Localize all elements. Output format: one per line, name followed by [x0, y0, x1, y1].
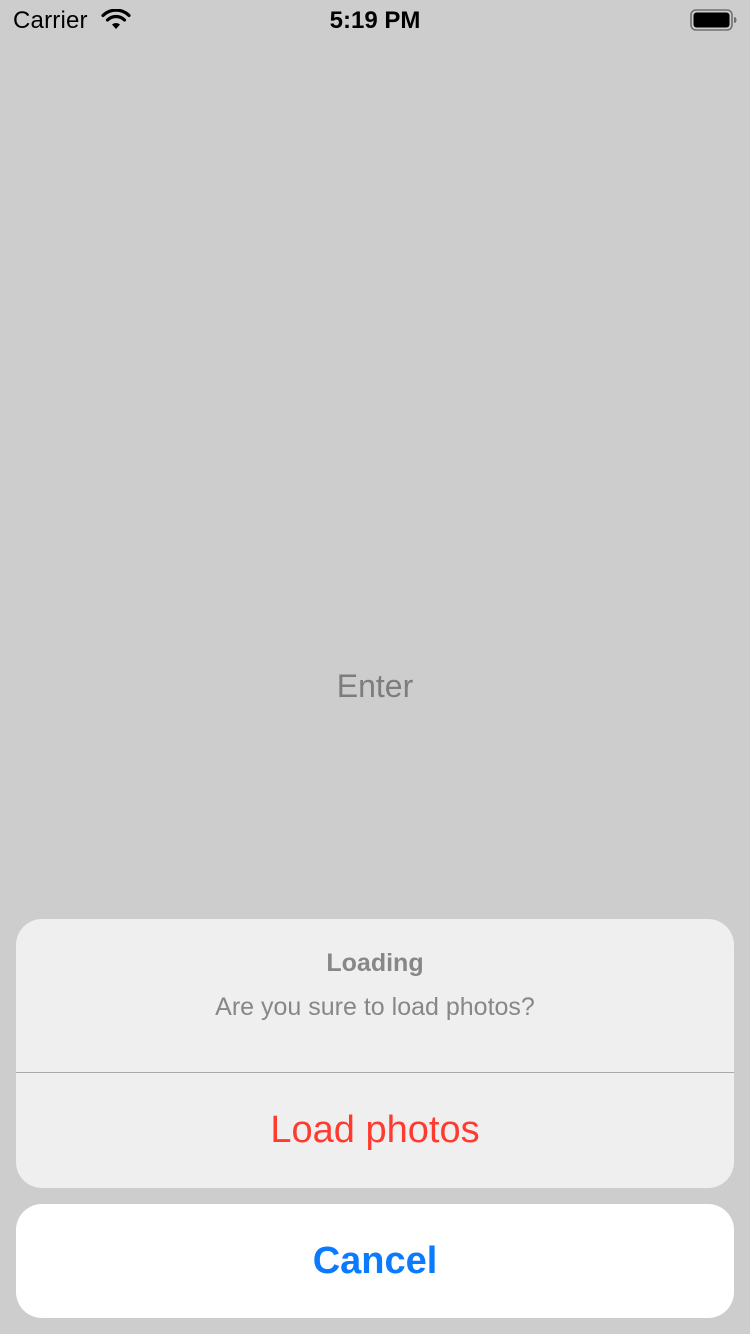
- action-sheet-title: Loading: [326, 949, 424, 977]
- action-sheet-header: Loading Are you sure to load photos?: [16, 919, 734, 1073]
- action-sheet-message: Are you sure to load photos?: [215, 993, 535, 1021]
- status-time: 5:19 PM: [329, 7, 421, 34]
- action-sheet: Loading Are you sure to load photos? Loa…: [16, 919, 734, 1188]
- load-photos-button[interactable]: Load photos: [16, 1073, 734, 1188]
- enter-label: Enter: [336, 668, 414, 704]
- status-bar: Carrier 5:19 PM: [0, 0, 750, 40]
- battery-icon: [690, 9, 737, 31]
- cancel-button[interactable]: Cancel: [16, 1204, 734, 1318]
